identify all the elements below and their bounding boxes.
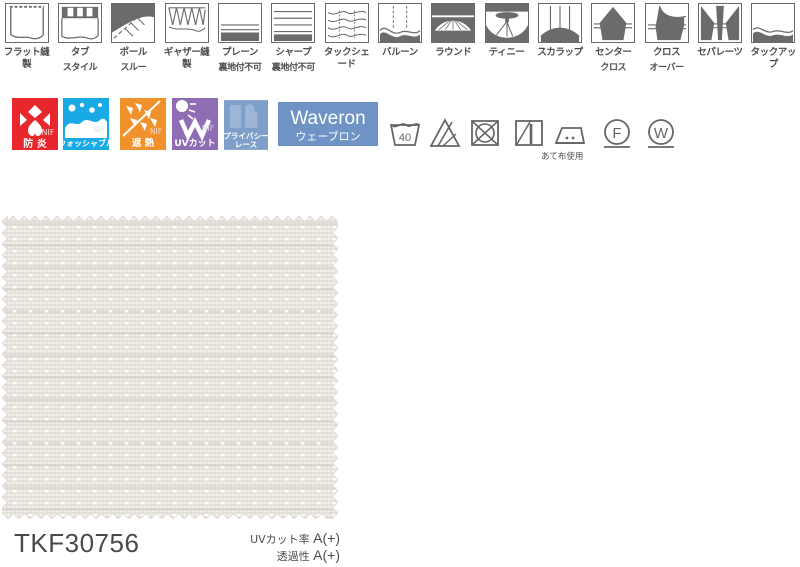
round-shade-icon	[431, 3, 476, 43]
iron-with-cloth-symbol	[553, 116, 587, 150]
svg-text:ウェーブロン: ウェーブロン	[295, 129, 360, 143]
spec-uv-cut-rate-value: A(+)	[313, 530, 340, 546]
svg-text:防 炎: 防 炎	[23, 137, 46, 150]
sharp-shade-icon	[271, 3, 316, 43]
no-bleach-symbol	[428, 116, 462, 150]
style-item-flat-sewing: フラット縫製	[0, 0, 53, 90]
wet-clean-w-symbol: W	[644, 116, 678, 150]
style-item-balloon-shade: バルーン	[373, 0, 426, 90]
center-cross-icon	[591, 3, 636, 43]
gather-sewing-icon	[164, 3, 209, 43]
svg-text:NIF: NIF	[150, 127, 162, 136]
svg-text:Waveron: Waveron	[290, 108, 365, 129]
svg-text:UVカット: UVカット	[174, 138, 215, 149]
pole-through-icon	[111, 3, 156, 43]
wash-40-symbol: 40	[388, 116, 422, 150]
privacy-lace-badge: プライバシー レース	[224, 100, 268, 150]
style-item-label: バルーン	[381, 47, 418, 58]
svg-text:NIF: NIF	[202, 124, 214, 133]
style-item-sublabel: オーバー	[649, 62, 684, 73]
svg-text:NIF: NIF	[42, 128, 55, 137]
style-item-scallop-shade: スカラップ	[533, 0, 586, 90]
tab-style-icon	[57, 3, 102, 43]
style-item-label: ギャザー縫製	[163, 47, 210, 70]
style-item-label: シャープ	[275, 47, 312, 58]
dry-shade-symbol	[512, 116, 546, 150]
style-item-sublabel: スルー	[120, 62, 147, 73]
spec-transparency: 透過性 A(+)	[277, 547, 340, 564]
fabric-swatch-image	[2, 216, 338, 519]
style-item-label: タックアップ	[750, 47, 797, 70]
tiny-shade-icon	[484, 3, 529, 43]
svg-text:40: 40	[399, 132, 411, 144]
style-item-label: センター	[595, 47, 632, 58]
cross-over-icon	[644, 3, 689, 43]
flat-sewing-icon	[4, 3, 49, 43]
scallop-shade-icon	[537, 3, 582, 43]
style-item-sublabel: クロス	[600, 62, 627, 73]
svg-text:NIF: NIF	[93, 125, 105, 134]
style-item-label: ラウンド	[435, 47, 472, 58]
tuck-up-icon	[751, 3, 796, 43]
style-item-label: ティニー	[488, 47, 525, 58]
spec-uv-cut-rate: UVカット率 A(+)	[250, 530, 340, 547]
balloon-shade-icon	[377, 3, 422, 43]
style-item-sublabel: 裏地付不可	[271, 62, 315, 73]
svg-text:プライバシー: プライバシー	[224, 130, 268, 140]
washable-badge: NIF ウォッシャブル	[63, 98, 109, 150]
style-item-gather-sewing: ギャザー縫製	[160, 0, 213, 90]
spec-transparency-value: A(+)	[313, 547, 340, 563]
style-item-tuck-up: タックアップ	[747, 0, 800, 90]
style-item-center-cross: センター クロス	[587, 0, 640, 90]
tuck-shade-icon	[324, 3, 369, 43]
dry-clean-f-symbol: F	[600, 116, 634, 150]
svg-text:遮 熱: 遮 熱	[132, 137, 155, 149]
plain-shade-icon	[217, 3, 262, 43]
style-item-sharp-shade: シャープ 裏地付不可	[267, 0, 320, 90]
style-item-label: タブ	[70, 47, 90, 58]
flame-retardant-badge: NIF 防 炎	[12, 98, 58, 150]
spec-transparency-label: 透過性	[276, 550, 310, 563]
svg-text:F: F	[612, 125, 621, 142]
style-item-label: ポール	[119, 47, 148, 58]
style-item-tiny-shade: ティニー	[480, 0, 533, 90]
feature-badge-row: NIF 防 炎 NIF ウォッシャブル NIF 遮 熱 NIF UVカット プラ…	[0, 98, 800, 168]
style-item-round-shade: ラウンド	[427, 0, 480, 90]
style-item-label: プレーン	[222, 47, 258, 58]
svg-text:W: W	[654, 125, 669, 142]
no-tumble-dry-symbol	[468, 116, 502, 150]
curtain-style-icon-row: フラット縫製 タブスタイル ポールスルー ギャザー縫製 プレーン裏地付不可 シャ…	[0, 0, 800, 90]
style-item-label: スカラップ	[537, 47, 583, 58]
style-item-plain-shade: プレーン 裏地付不可	[213, 0, 266, 90]
heat-shield-badge: NIF 遮 熱	[120, 98, 166, 150]
style-item-pole-through: ポール スルー	[107, 0, 160, 90]
iron-with-cloth-symbol-note: あて布使用	[541, 152, 584, 162]
style-item-label: フラット縫製	[3, 47, 50, 70]
spec-uv-cut-rate-label: UVカット率	[250, 533, 310, 546]
style-item-tab-style: タブ スタイル	[53, 0, 106, 90]
fabric-swatch-container	[2, 216, 338, 519]
style-item-sublabel: スタイル	[62, 62, 98, 73]
style-item-separates: セパレーツ	[693, 0, 746, 90]
style-item-label: セパレーツ	[697, 47, 743, 58]
style-item-sublabel: 裏地付不可	[218, 62, 262, 73]
style-item-label: タックシェード	[323, 47, 370, 70]
svg-text:レース: レース	[235, 140, 258, 149]
uv-cut-badge: NIF UVカット	[172, 98, 218, 150]
svg-text:ウォッシャブル: ウォッシャブル	[63, 138, 109, 148]
style-item-cross-over: クロス オーバー	[640, 0, 693, 90]
product-footer: TKF30756 UVカット率 A(+) 透過性 A(+)	[0, 524, 800, 567]
separates-icon	[697, 3, 742, 43]
style-item-tuck-shade: タックシェード	[320, 0, 373, 90]
style-item-label: クロス	[652, 47, 681, 58]
product-code: TKF30756	[14, 528, 140, 558]
waveron-badge: Waveron ウェーブロン	[278, 102, 378, 146]
